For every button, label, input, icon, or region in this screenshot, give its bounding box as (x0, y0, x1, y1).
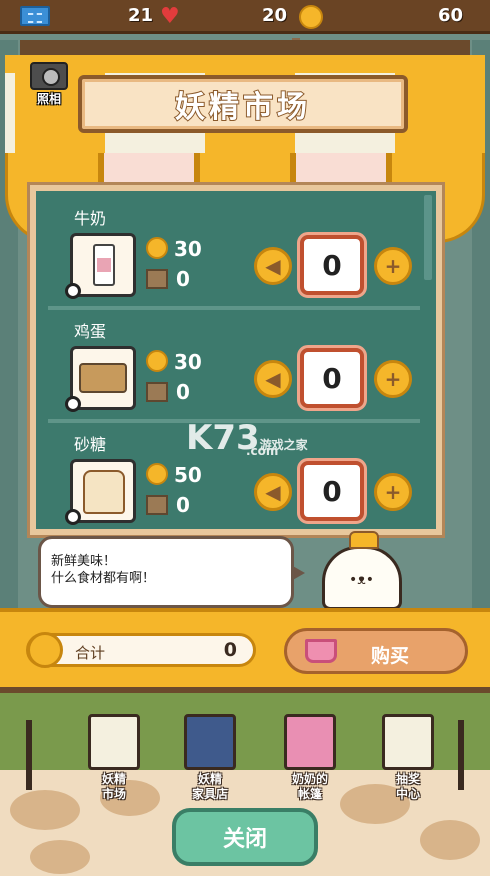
plus-icon: + (384, 480, 402, 504)
total-label: 合计 (75, 644, 106, 662)
nav-label: 抽奖 中心 (395, 772, 420, 801)
item-stock: 0 (176, 380, 190, 404)
total-value: 0 (223, 639, 237, 661)
nav-label: 妖精 家具店 (191, 772, 228, 801)
ticket-icon (20, 6, 50, 26)
coin-icon (146, 350, 168, 372)
paving-stone (30, 840, 90, 874)
milk-bottle-icon (93, 244, 115, 286)
decrease-button[interactable]: ◀ (254, 247, 292, 285)
item-stock: 0 (176, 267, 190, 291)
speech-line-2: 什么食材都有啊！ (51, 571, 156, 586)
close-label: 关闭 (222, 827, 267, 852)
quantity-field[interactable]: 0 (297, 345, 367, 411)
paving-stone (10, 790, 80, 830)
heart-icon: ♥ (160, 4, 180, 29)
nav-fairy-market[interactable]: 妖精 市场 (74, 714, 154, 806)
buy-button[interactable]: 购买 (284, 628, 468, 674)
increase-button[interactable]: + (374, 360, 412, 398)
plus-icon: + (384, 254, 402, 278)
camera-label: 照相 (36, 92, 61, 106)
item-price: 30 (174, 350, 202, 374)
face-icon: •ᴥ• (349, 572, 375, 588)
coin-icon (27, 632, 63, 668)
watermark-sub2: .com (246, 444, 279, 458)
nav-lottery-center[interactable]: 抽奖 中心 (368, 714, 448, 806)
awning-stripe (395, 65, 485, 155)
magnifier-icon[interactable] (65, 396, 81, 412)
coin-icon (146, 237, 168, 259)
item-name: 鸡蛋 (74, 322, 107, 341)
street-lamp (458, 720, 464, 790)
market-title-sign: 妖精市场 (78, 75, 408, 133)
watermark-logo: K73游戏之家 .com (186, 418, 308, 458)
heart-count: 20 (262, 5, 288, 26)
speech-bubble: 新鲜美味！ 什么食材都有啊！ (38, 536, 305, 608)
nav-label: 奶奶的 帐篷 (291, 772, 328, 801)
close-button[interactable]: 关闭 (172, 808, 318, 866)
quantity-field[interactable]: 0 (297, 458, 367, 524)
nav-fairy-furniture[interactable]: 妖精 家具店 (170, 714, 250, 806)
item-price: 30 (174, 237, 202, 261)
tent-icon (284, 714, 336, 770)
item-stock: 0 (176, 493, 190, 517)
chevron-left-icon: ◀ (265, 367, 281, 391)
paving-stone (420, 820, 480, 860)
magnifier-icon[interactable] (65, 509, 81, 525)
quantity-field[interactable]: 0 (297, 232, 367, 298)
chevron-left-icon: ◀ (265, 480, 281, 504)
crate-icon (146, 269, 168, 289)
hat-icon (349, 531, 379, 549)
list-item: 鸡蛋 30 0 ◀ 0 + (40, 318, 420, 428)
increase-button[interactable]: + (374, 247, 412, 285)
sugar-bag-icon (83, 470, 125, 514)
buy-label: 购买 (371, 645, 410, 667)
street-lamp (26, 720, 32, 790)
total-display: 合计 0 (26, 632, 256, 668)
item-name: 砂糖 (74, 435, 107, 454)
nav-label: 妖精 市场 (101, 772, 126, 801)
shopkeeper-character[interactable]: •ᴥ• (322, 531, 402, 610)
nav-grandma-tent[interactable]: 奶奶的 帐篷 (270, 714, 350, 806)
magnifier-icon[interactable] (65, 283, 81, 299)
furniture-store-icon (184, 714, 236, 770)
decrease-button[interactable]: ◀ (254, 360, 292, 398)
row-divider (48, 306, 420, 310)
status-bar: 21 ♥ 20 60 (0, 0, 490, 34)
coin-icon (146, 463, 168, 485)
chevron-left-icon: ◀ (265, 254, 281, 278)
speech-line-1: 新鲜美味！ (51, 554, 117, 569)
egg-tray-icon (79, 363, 127, 393)
camera-icon (30, 62, 68, 90)
page-title: 妖精市场 (174, 89, 311, 126)
lottery-booth-icon (382, 714, 434, 770)
item-name: 牛奶 (74, 209, 107, 228)
ticket-count: 21 (128, 5, 154, 26)
coin-count: 60 (438, 5, 464, 26)
list-item: 牛奶 30 0 ◀ 0 + (40, 205, 420, 315)
camera-button[interactable]: 照相 (28, 62, 70, 108)
crate-icon (146, 382, 168, 402)
list-scrollbar[interactable] (424, 195, 432, 280)
crate-icon (146, 495, 168, 515)
increase-button[interactable]: + (374, 473, 412, 511)
basket-icon (305, 639, 337, 663)
coin-icon (299, 5, 323, 29)
item-price: 50 (174, 463, 202, 487)
decrease-button[interactable]: ◀ (254, 473, 292, 511)
plus-icon: + (384, 367, 402, 391)
market-building-icon (88, 714, 140, 770)
